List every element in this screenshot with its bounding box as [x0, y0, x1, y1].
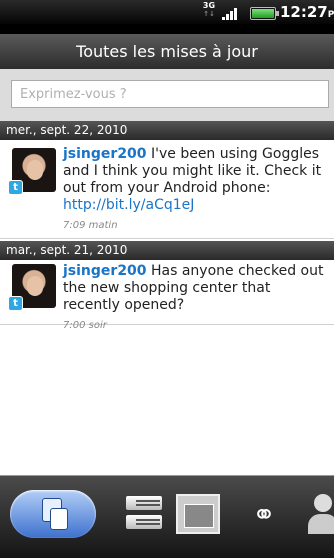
tab-gallery[interactable]	[172, 488, 220, 542]
feed-item[interactable]: t jsinger200 Has anyone checked out the …	[0, 260, 334, 331]
clock: 12:27PM	[280, 3, 334, 21]
timestamp: 7:00 soir	[63, 320, 107, 331]
network-indicator: 3G ↑↓	[202, 1, 216, 19]
feed-message: jsinger200 Has anyone checked out the ne…	[63, 263, 329, 334]
twitter-icon: t	[8, 180, 23, 195]
people-icon	[38, 498, 68, 530]
username-link[interactable]: jsinger200	[63, 146, 147, 162]
message-link[interactable]: http://bit.ly/aCq1eJ	[63, 197, 194, 213]
page-title: Toutes les mises à jour	[0, 25, 334, 70]
timestamp: 7:09 matin	[63, 220, 118, 231]
signal-strength-icon	[222, 6, 242, 20]
battery-icon	[250, 7, 279, 20]
feed-message: jsinger200 I've been using Goggles and I…	[63, 146, 329, 234]
tab-messages[interactable]	[122, 488, 168, 542]
status-composer	[0, 69, 334, 121]
tab-people[interactable]	[10, 490, 96, 538]
link-icon: ⚭	[252, 498, 276, 531]
date-header: mar., sept. 21, 2010	[0, 241, 334, 260]
bottom-tab-bar: ⚭	[0, 475, 334, 558]
date-header: mer., sept. 22, 2010	[0, 121, 334, 140]
tab-links[interactable]: ⚭	[244, 488, 284, 542]
status-input[interactable]	[11, 80, 329, 108]
tab-contact[interactable]	[308, 488, 334, 542]
updates-feed: mer., sept. 22, 2010 t jsinger200 I've b…	[0, 69, 334, 475]
status-bar: 3G↑↓ 12:27PM	[0, 0, 334, 24]
feed-item[interactable]: t jsinger200 I've been using Goggles and…	[0, 140, 334, 239]
twitter-icon: t	[8, 296, 23, 311]
username-link[interactable]: jsinger200	[63, 263, 147, 279]
data-activity-icon: ↑↓	[203, 10, 215, 18]
